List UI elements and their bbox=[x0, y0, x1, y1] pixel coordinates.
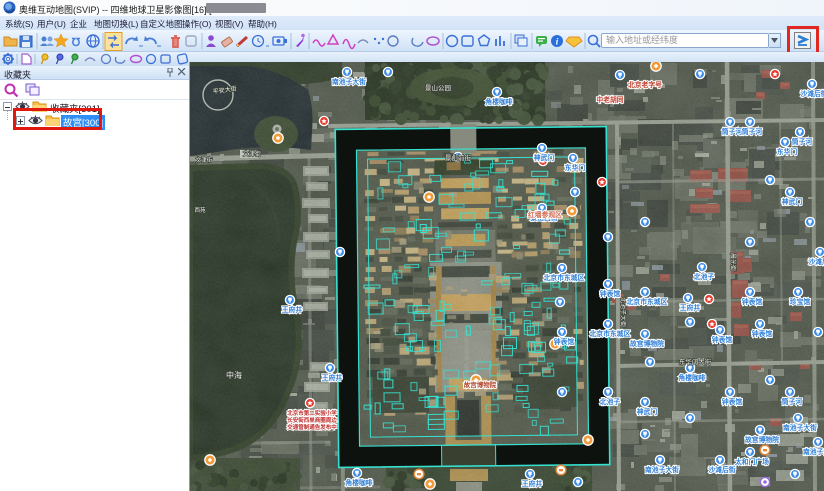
svg-text:北京市东城区: 北京市东城区 bbox=[544, 273, 585, 282]
svg-text:太和门广场: 太和门广场 bbox=[735, 457, 769, 466]
svg-text:故宫博物院: 故宫博物院 bbox=[630, 339, 664, 348]
svg-text:钟表馆: 钟表馆 bbox=[752, 329, 773, 338]
svg-text:王府井: 王府井 bbox=[322, 373, 343, 382]
svg-text:钟表馆: 钟表馆 bbox=[600, 289, 621, 298]
svg-text:故宫博物院: 故宫博物院 bbox=[464, 380, 497, 389]
svg-text:北池子: 北池子 bbox=[600, 397, 621, 406]
svg-text:北京老字号: 北京老字号 bbox=[628, 80, 662, 89]
svg-text:神武门: 神武门 bbox=[782, 197, 803, 206]
svg-text:神武门: 神武门 bbox=[534, 153, 555, 162]
svg-text:红墙参观区: 红墙参观区 bbox=[528, 210, 562, 219]
svg-text:钟表馆: 钟表馆 bbox=[722, 397, 743, 406]
svg-text:故宫博物院: 故宫博物院 bbox=[745, 435, 779, 444]
svg-text:角楼咖啡: 角楼咖啡 bbox=[345, 478, 372, 487]
svg-text:角楼咖啡: 角楼咖啡 bbox=[485, 97, 512, 106]
svg-text:交通管制通告发布中: 交通管制通告发布中 bbox=[287, 423, 337, 431]
svg-text:长安街西单商圈周边: 长安街西单商圈周边 bbox=[287, 416, 337, 424]
svg-text:东华门大街: 东华门大街 bbox=[679, 357, 712, 366]
svg-text:筒子河: 筒子河 bbox=[782, 397, 803, 406]
svg-text:晨光街: 晨光街 bbox=[729, 253, 737, 271]
svg-text:南池子大街: 南池子大街 bbox=[332, 77, 366, 86]
svg-text:王府井: 王府井 bbox=[522, 479, 543, 488]
svg-text:景山前街: 景山前街 bbox=[445, 153, 472, 162]
svg-text:筒子河: 筒子河 bbox=[722, 127, 743, 136]
svg-text:南池子大街: 南池子大街 bbox=[783, 423, 817, 432]
svg-text:筒子河: 筒子河 bbox=[742, 127, 763, 136]
svg-text:神武门: 神武门 bbox=[637, 407, 658, 416]
svg-text:钟表馆: 钟表馆 bbox=[742, 297, 763, 306]
svg-text:中老胡同: 中老胡同 bbox=[596, 95, 623, 104]
svg-text:王府井: 王府井 bbox=[282, 305, 303, 314]
svg-text:南池子大街: 南池子大街 bbox=[645, 465, 679, 474]
svg-text:王府井: 王府井 bbox=[680, 303, 701, 312]
svg-text:钟表馆: 钟表馆 bbox=[554, 337, 575, 346]
svg-text:钟表馆: 钟表馆 bbox=[712, 335, 733, 344]
svg-text:文津街: 文津街 bbox=[196, 156, 213, 164]
svg-text:东华门: 东华门 bbox=[565, 163, 586, 172]
svg-text:沙滩后街: 沙滩后街 bbox=[800, 89, 824, 98]
svg-text:西苑: 西苑 bbox=[194, 206, 206, 214]
svg-text:筒子河: 筒子河 bbox=[792, 137, 813, 146]
svg-text:北京市第二实验小学: 北京市第二实验小学 bbox=[287, 409, 337, 417]
svg-text:中海: 中海 bbox=[226, 370, 242, 380]
svg-text:文津街: 文津街 bbox=[243, 150, 261, 158]
svg-text:℧: ℧ bbox=[72, 37, 81, 49]
svg-text:角楼咖啡: 角楼咖啡 bbox=[678, 373, 705, 382]
svg-text:沙滩后街: 沙滩后街 bbox=[808, 257, 824, 266]
svg-text:北京市东城区: 北京市东城区 bbox=[590, 329, 631, 338]
svg-text:北池子: 北池子 bbox=[694, 272, 715, 281]
svg-text:北京市东城区: 北京市东城区 bbox=[627, 297, 668, 306]
svg-text:珍宝馆: 珍宝馆 bbox=[790, 297, 811, 306]
svg-text:沙滩后街: 沙滩后街 bbox=[708, 465, 735, 474]
svg-text:南池子大街: 南池子大街 bbox=[803, 447, 824, 456]
svg-text:东华门: 东华门 bbox=[777, 147, 798, 156]
svg-text:景山公园: 景山公园 bbox=[425, 83, 451, 92]
